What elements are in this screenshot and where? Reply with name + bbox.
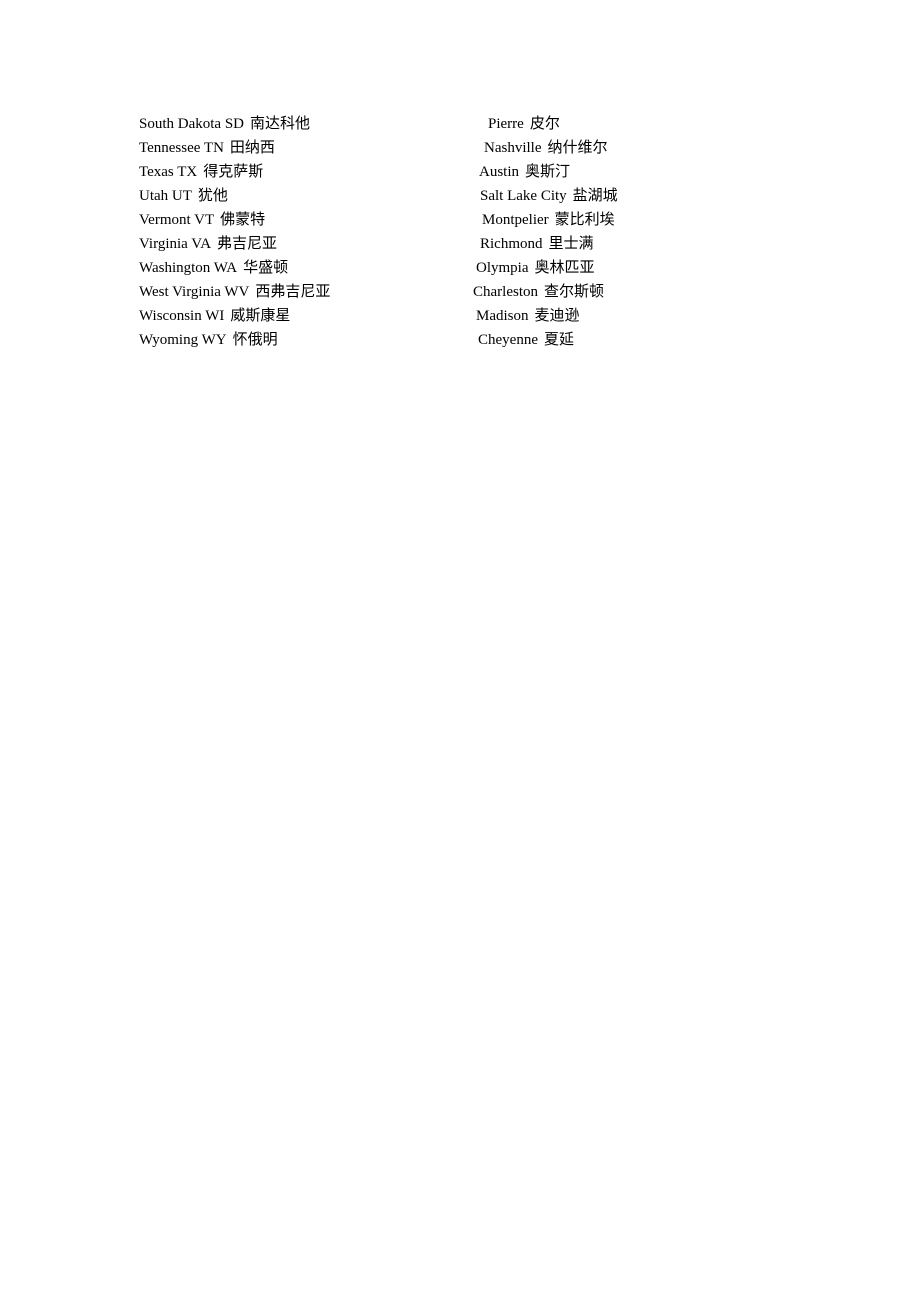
state-name-chinese: 犹他	[197, 188, 228, 204]
state-name: Wyoming WY 怀俄明	[139, 332, 278, 348]
capital-name-chinese: 奥林匹亚	[534, 260, 595, 276]
document-page: South Dakota SD 南达科他 Pierre 皮尔 Tennessee T…	[0, 0, 920, 1302]
state-name: West Virginia WV 西弗吉尼亚	[139, 284, 331, 300]
state-name-chinese: 得克萨斯	[203, 164, 264, 180]
capital-name: Montpelier 蒙比利埃	[482, 212, 615, 228]
state-name: South Dakota SD 南达科他	[139, 116, 311, 132]
state-name-chinese: 西弗吉尼亚	[255, 284, 331, 300]
state-row-texas: Texas TX 得克萨斯 Austin 奥斯汀	[0, 160, 920, 184]
state-name: Vermont VT 佛蒙特	[139, 212, 266, 228]
capital-name-chinese: 夏延	[543, 332, 574, 348]
state-row-utah: Utah UT 犹他 Salt Lake City 盐湖城	[0, 184, 920, 208]
capital-name: Richmond 里士满	[480, 236, 594, 252]
capital-name: Charleston 查尔斯顿	[473, 284, 605, 300]
state-name: Washington WA 华盛顿	[139, 260, 289, 276]
capital-name: Salt Lake City 盐湖城	[480, 188, 618, 204]
state-row-tennessee: Tennessee TN 田纳西 Nashville 纳什维尔	[0, 136, 920, 160]
state-row-washington: Washington WA 华盛顿 Olympia 奥林匹亚	[0, 256, 920, 280]
state-name-chinese: 田纳西	[229, 140, 275, 156]
capital-name: Cheyenne 夏延	[478, 332, 574, 348]
state-row-vermont: Vermont VT 佛蒙特 Montpelier 蒙比利埃	[0, 208, 920, 232]
capital-name: Austin 奥斯汀	[479, 164, 571, 180]
capital-name-chinese: 纳什维尔	[547, 140, 608, 156]
state-name-chinese: 怀俄明	[232, 332, 278, 348]
state-row-west-virginia: West Virginia WV 西弗吉尼亚 Charleston 查尔斯顿	[0, 280, 920, 304]
capital-name-chinese: 皮尔	[529, 116, 560, 132]
capital-name-chinese: 查尔斯顿	[544, 284, 605, 300]
capital-name-chinese: 麦迪逊	[534, 308, 580, 324]
capital-name-chinese: 蒙比利埃	[554, 212, 615, 228]
capital-name: Nashville 纳什维尔	[484, 140, 608, 156]
state-row-wyoming: Wyoming WY 怀俄明 Cheyenne 夏延	[0, 328, 920, 352]
state-name-chinese: 南达科他	[250, 116, 311, 132]
state-name: Utah UT 犹他	[139, 188, 228, 204]
state-row-wisconsin: Wisconsin WI 威斯康星 Madison 麦迪逊	[0, 304, 920, 328]
state-name: Tennessee TN 田纳西	[139, 140, 275, 156]
capital-name: Madison 麦迪逊	[476, 308, 580, 324]
state-name-chinese: 弗吉尼亚	[217, 236, 278, 252]
state-name-chinese: 佛蒙特	[220, 212, 266, 228]
capital-name: Pierre 皮尔	[488, 116, 560, 132]
state-name-chinese: 华盛顿	[243, 260, 289, 276]
state-name-chinese: 威斯康星	[230, 308, 291, 324]
state-row-virginia: Virginia VA 弗吉尼亚 Richmond 里士满	[0, 232, 920, 256]
state-name: Texas TX 得克萨斯	[139, 164, 264, 180]
capital-name-chinese: 盐湖城	[572, 188, 618, 204]
capital-name: Olympia 奥林匹亚	[476, 260, 595, 276]
state-row-south-dakota: South Dakota SD 南达科他 Pierre 皮尔	[0, 112, 920, 136]
capital-name-chinese: 奥斯汀	[525, 164, 571, 180]
state-name: Virginia VA 弗吉尼亚	[139, 236, 278, 252]
capital-name-chinese: 里士满	[548, 236, 594, 252]
state-name: Wisconsin WI 威斯康星	[139, 308, 291, 324]
